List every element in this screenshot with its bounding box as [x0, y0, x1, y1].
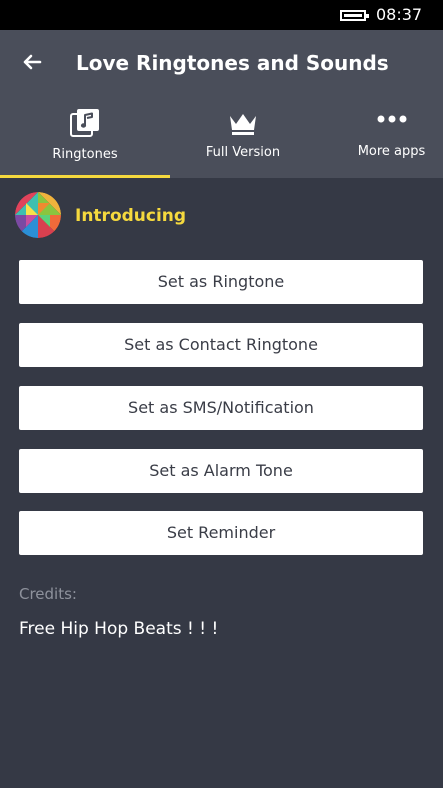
tab-more-apps[interactable]: More apps — [340, 102, 443, 178]
set-as-contact-ringtone-button[interactable]: Set as Contact Ringtone — [19, 323, 423, 367]
set-as-ringtone-button[interactable]: Set as Ringtone — [19, 260, 423, 304]
tab-full-version[interactable]: Full Version — [170, 102, 316, 178]
tab-ringtones[interactable]: Ringtones — [0, 102, 170, 178]
tab-label: Ringtones — [52, 147, 118, 162]
battery-icon — [340, 10, 369, 21]
credits-value: Free Hip Hop Beats ! ! ! — [19, 619, 219, 639]
intro-row: Introducing — [15, 192, 415, 238]
back-button[interactable] — [16, 45, 50, 79]
status-clock: 08:37 — [376, 5, 423, 24]
intro-label: Introducing — [75, 206, 187, 226]
set-as-alarm-tone-button[interactable]: Set as Alarm Tone — [19, 449, 423, 493]
tab-label: More apps — [357, 144, 426, 159]
crown-icon — [230, 114, 256, 135]
tab-selection-indicator — [0, 175, 170, 178]
back-arrow-icon — [23, 54, 42, 70]
set-reminder-button[interactable]: Set Reminder — [19, 511, 423, 555]
page-title: Love Ringtones and Sounds — [76, 51, 389, 75]
app-header: Love Ringtones and Sounds Ringtones Full… — [0, 30, 443, 178]
status-bar: 08:37 — [0, 0, 443, 30]
music-library-icon — [70, 109, 99, 137]
set-as-sms-notification-button[interactable]: Set as SMS/Notification — [19, 386, 423, 430]
triangle-mosaic-logo-icon — [15, 192, 61, 238]
credits-label: Credits: — [19, 585, 77, 603]
more-dots-icon — [377, 115, 406, 123]
tab-label: Full Version — [205, 145, 281, 160]
